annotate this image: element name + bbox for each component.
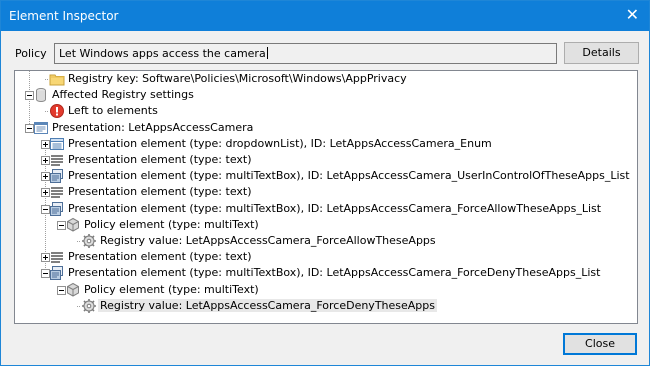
tree-node-label: Registry value: LetAppsAccessCamera_Forc… (100, 234, 436, 247)
tree-node[interactable]: Presentation: LetAppsAccessCamera (15, 120, 637, 136)
presentation-icon (34, 122, 48, 134)
cube-icon (67, 217, 79, 232)
tree-node-label: Presentation element (type: text) (68, 185, 252, 198)
element-tree[interactable]: Registry key: Software\Policies\Microsof… (14, 70, 638, 324)
tree-node[interactable]: Policy element (type: multiText) (15, 282, 637, 298)
details-button[interactable]: Details (564, 42, 639, 64)
tree-node-label: Presentation element (type: dropdownList… (68, 137, 492, 150)
tree-node[interactable]: Registry value: LetAppsAccessCamera_Forc… (15, 233, 637, 249)
text-lines-icon (51, 187, 63, 198)
multitextbox-icon (50, 266, 63, 280)
tree-node[interactable]: Presentation element (type: dropdownList… (15, 136, 637, 152)
text-lines-icon (51, 252, 63, 263)
tree-node-label: Policy element (type: multiText) (84, 283, 259, 296)
tree-node[interactable]: Registry key: Software\Policies\Microsof… (15, 71, 637, 87)
database-icon (36, 88, 46, 103)
text-lines-icon (51, 155, 63, 166)
gear-icon (82, 299, 96, 313)
tree-node[interactable]: Presentation element (type: text) (15, 152, 637, 168)
tree-node[interactable]: Left to elements (15, 103, 637, 119)
tree-node[interactable]: Presentation element (type: multiTextBox… (15, 265, 637, 281)
tree-node-label: Affected Registry settings (52, 88, 194, 101)
multitextbox-icon (50, 169, 63, 183)
tree-node-label: Presentation element (type: text) (68, 250, 252, 263)
dropdown-list-icon (50, 138, 64, 150)
multitextbox-icon (50, 202, 63, 216)
tree-node[interactable]: Affected Registry settings (15, 87, 637, 103)
tree-node-label: Presentation element (type: multiTextBox… (68, 202, 602, 215)
element-inspector-window: Element Inspector ✕ Policy Let Windows a… (0, 0, 650, 366)
tree-node[interactable]: Presentation element (type: multiTextBox… (15, 201, 637, 217)
tree-node-label: Registry value: LetAppsAccessCamera_Forc… (98, 299, 437, 312)
tree-node[interactable]: Presentation element (type: text) (15, 249, 637, 265)
policy-value: Let Windows apps access the camera (59, 47, 266, 60)
tree-node[interactable]: Registry value: LetAppsAccessCamera_Forc… (15, 298, 637, 314)
tree-node[interactable]: Presentation element (type: multiTextBox… (15, 168, 637, 184)
title-bar: Element Inspector ✕ (1, 1, 649, 31)
tree-node-label: Policy element (type: multiText) (84, 218, 259, 231)
tree-node-label: Registry key: Software\Policies\Microsof… (68, 72, 407, 85)
gear-icon (82, 234, 96, 248)
tree-node-label: Presentation element (type: multiTextBox… (68, 266, 601, 279)
tree-node-label: Presentation element (type: multiTextBox… (68, 169, 630, 182)
close-icon[interactable]: ✕ (626, 6, 639, 24)
error-icon (50, 104, 64, 118)
tree-node-label: Left to elements (68, 104, 158, 117)
folder-icon (49, 74, 65, 86)
tree-node[interactable]: Presentation element (type: text) (15, 184, 637, 200)
policy-label: Policy (15, 47, 47, 60)
tree-node[interactable]: Policy element (type: multiText) (15, 217, 637, 233)
tree-node-label: Presentation: LetAppsAccessCamera (52, 121, 254, 134)
tree-node-label: Presentation element (type: text) (68, 153, 252, 166)
policy-field[interactable]: Let Windows apps access the camera (54, 43, 557, 64)
window-title: Element Inspector (9, 9, 119, 23)
text-caret (266, 47, 268, 59)
close-button[interactable]: Close (563, 333, 637, 355)
cube-icon (67, 282, 79, 297)
